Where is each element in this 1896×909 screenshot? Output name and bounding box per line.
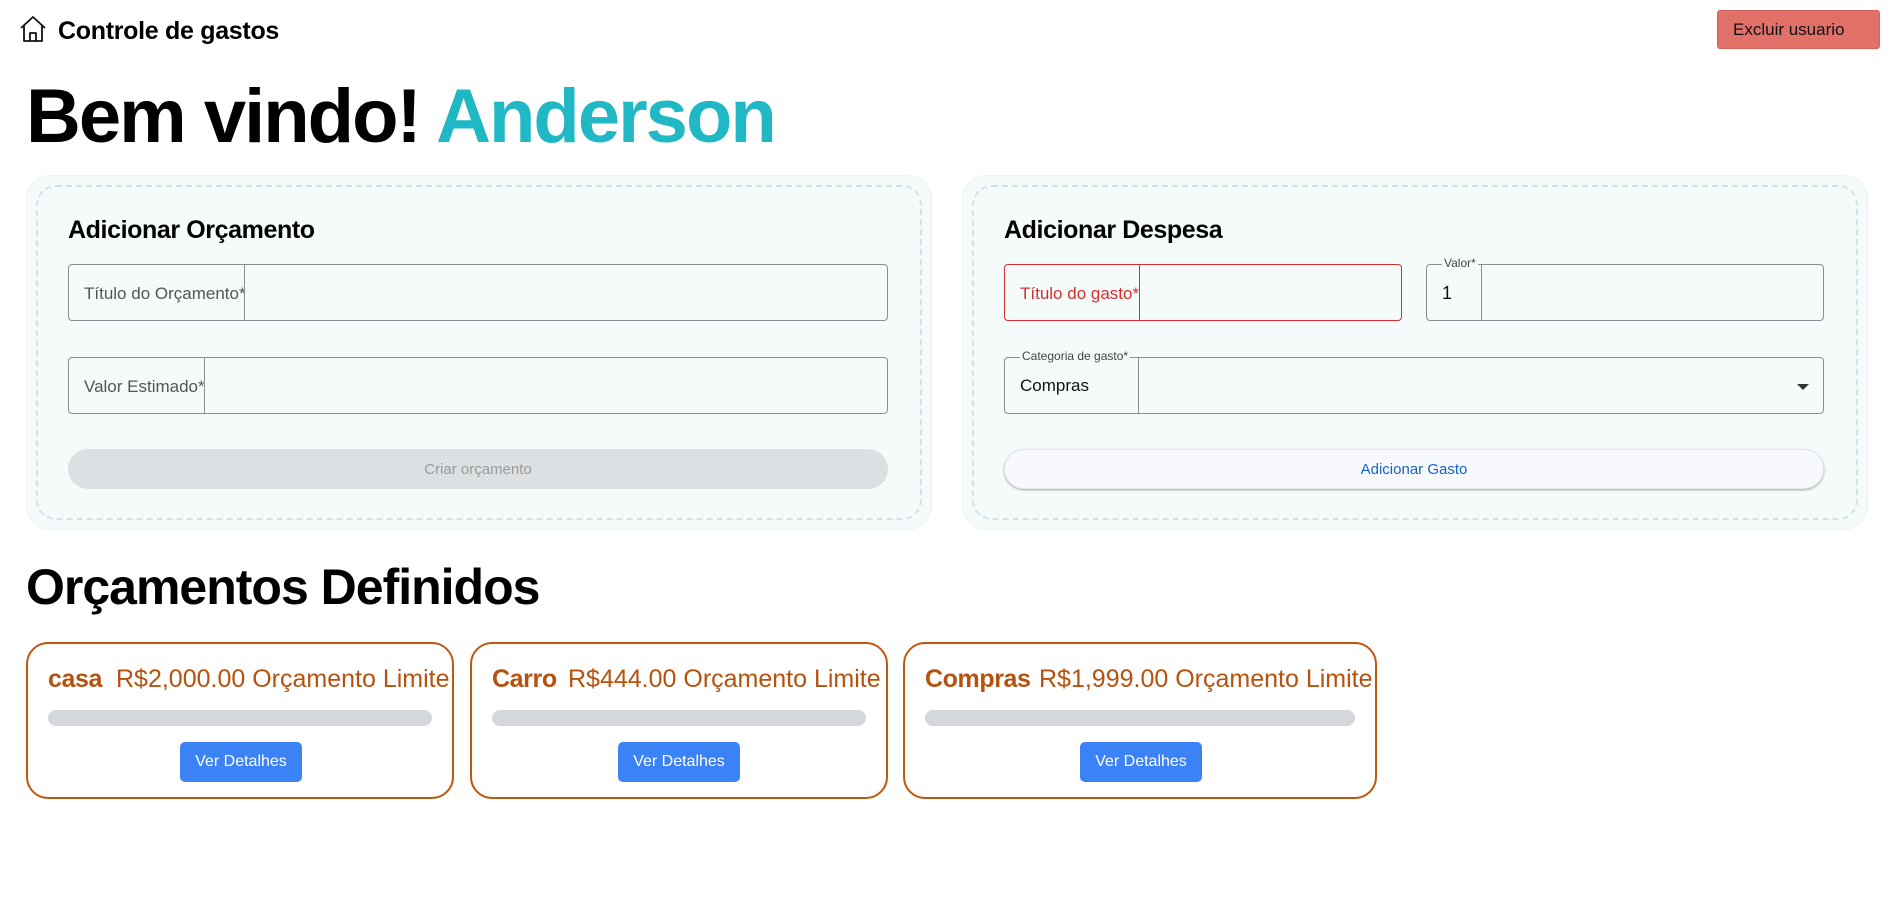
budget-name: Carro bbox=[492, 665, 557, 693]
welcome-greeting: Bem vindo! bbox=[26, 74, 422, 159]
view-details-button[interactable]: Ver Detalhes bbox=[1080, 742, 1202, 782]
expense-title-label: Título do gasto* bbox=[1020, 284, 1140, 303]
view-details-button[interactable]: Ver Detalhes bbox=[618, 742, 740, 782]
expense-title-field[interactable]: Título do gasto* bbox=[1004, 264, 1402, 321]
add-expense-title: Adicionar Despesa bbox=[1004, 216, 1223, 244]
view-details-button[interactable]: Ver Detalhes bbox=[180, 742, 302, 782]
expense-title-input[interactable] bbox=[1140, 265, 1401, 320]
delete-user-button[interactable]: Excluir usuario bbox=[1717, 10, 1880, 49]
budget-amount-input[interactable] bbox=[205, 358, 887, 413]
budget-progress-bar bbox=[925, 710, 1355, 726]
add-expense-button[interactable]: Adicionar Gasto bbox=[1004, 449, 1824, 489]
expense-value-label: Valor* bbox=[1442, 256, 1478, 270]
add-expense-panel: Adicionar Despesa Título do gasto* Valor… bbox=[962, 175, 1868, 530]
expense-value[interactable]: 1 bbox=[1442, 283, 1452, 304]
expense-category-value: Compras bbox=[1020, 376, 1089, 395]
field-divider bbox=[1481, 265, 1482, 320]
budget-amount-field[interactable]: Valor Estimado* bbox=[68, 357, 888, 414]
expense-category-select[interactable]: Categoria de gasto* Compras bbox=[1004, 349, 1824, 414]
budget-amount-label: Valor Estimado* bbox=[84, 377, 205, 396]
expense-category-label: Categoria de gasto* bbox=[1020, 349, 1131, 363]
budget-card: Compras R$1,999.00 Orçamento Limite Ver … bbox=[903, 642, 1377, 799]
welcome-heading: Bem vindo! Anderson bbox=[26, 72, 777, 162]
home-icon[interactable] bbox=[18, 14, 48, 49]
budget-amount: R$1,999.00 Orçamento Limite bbox=[1039, 665, 1373, 693]
budget-name: casa bbox=[48, 665, 103, 693]
budget-progress-bar bbox=[492, 710, 866, 726]
budget-amount: R$444.00 Orçamento Limite bbox=[568, 665, 881, 693]
create-budget-button[interactable]: Criar orçamento bbox=[68, 449, 888, 489]
field-divider bbox=[1138, 358, 1139, 413]
budget-card: casa R$2,000.00 Orçamento Limite Ver Det… bbox=[26, 642, 454, 799]
welcome-user-name: Anderson bbox=[436, 74, 777, 159]
add-budget-panel: Adicionar Orçamento Título do Orçamento*… bbox=[26, 175, 932, 530]
app-title: Controle de gastos bbox=[58, 17, 280, 45]
budget-card: Carro R$444.00 Orçamento Limite Ver Deta… bbox=[470, 642, 888, 799]
brand[interactable]: Controle de gastos bbox=[18, 14, 279, 49]
budget-title-input[interactable] bbox=[245, 265, 887, 320]
budget-progress-bar bbox=[48, 710, 432, 726]
budget-amount: R$2,000.00 Orçamento Limite bbox=[116, 665, 450, 693]
budget-name: Compras bbox=[925, 665, 1031, 693]
top-bar: Controle de gastos Excluir usuario bbox=[0, 0, 1896, 60]
expense-value-field[interactable]: Valor* 1 bbox=[1426, 256, 1824, 321]
add-budget-title: Adicionar Orçamento bbox=[68, 216, 315, 244]
budgets-section-title: Orçamentos Definidos bbox=[26, 559, 540, 615]
budget-title-field[interactable]: Título do Orçamento* bbox=[68, 264, 888, 321]
dropdown-arrow-icon[interactable] bbox=[1797, 384, 1809, 390]
budget-title-label: Título do Orçamento* bbox=[84, 284, 246, 303]
